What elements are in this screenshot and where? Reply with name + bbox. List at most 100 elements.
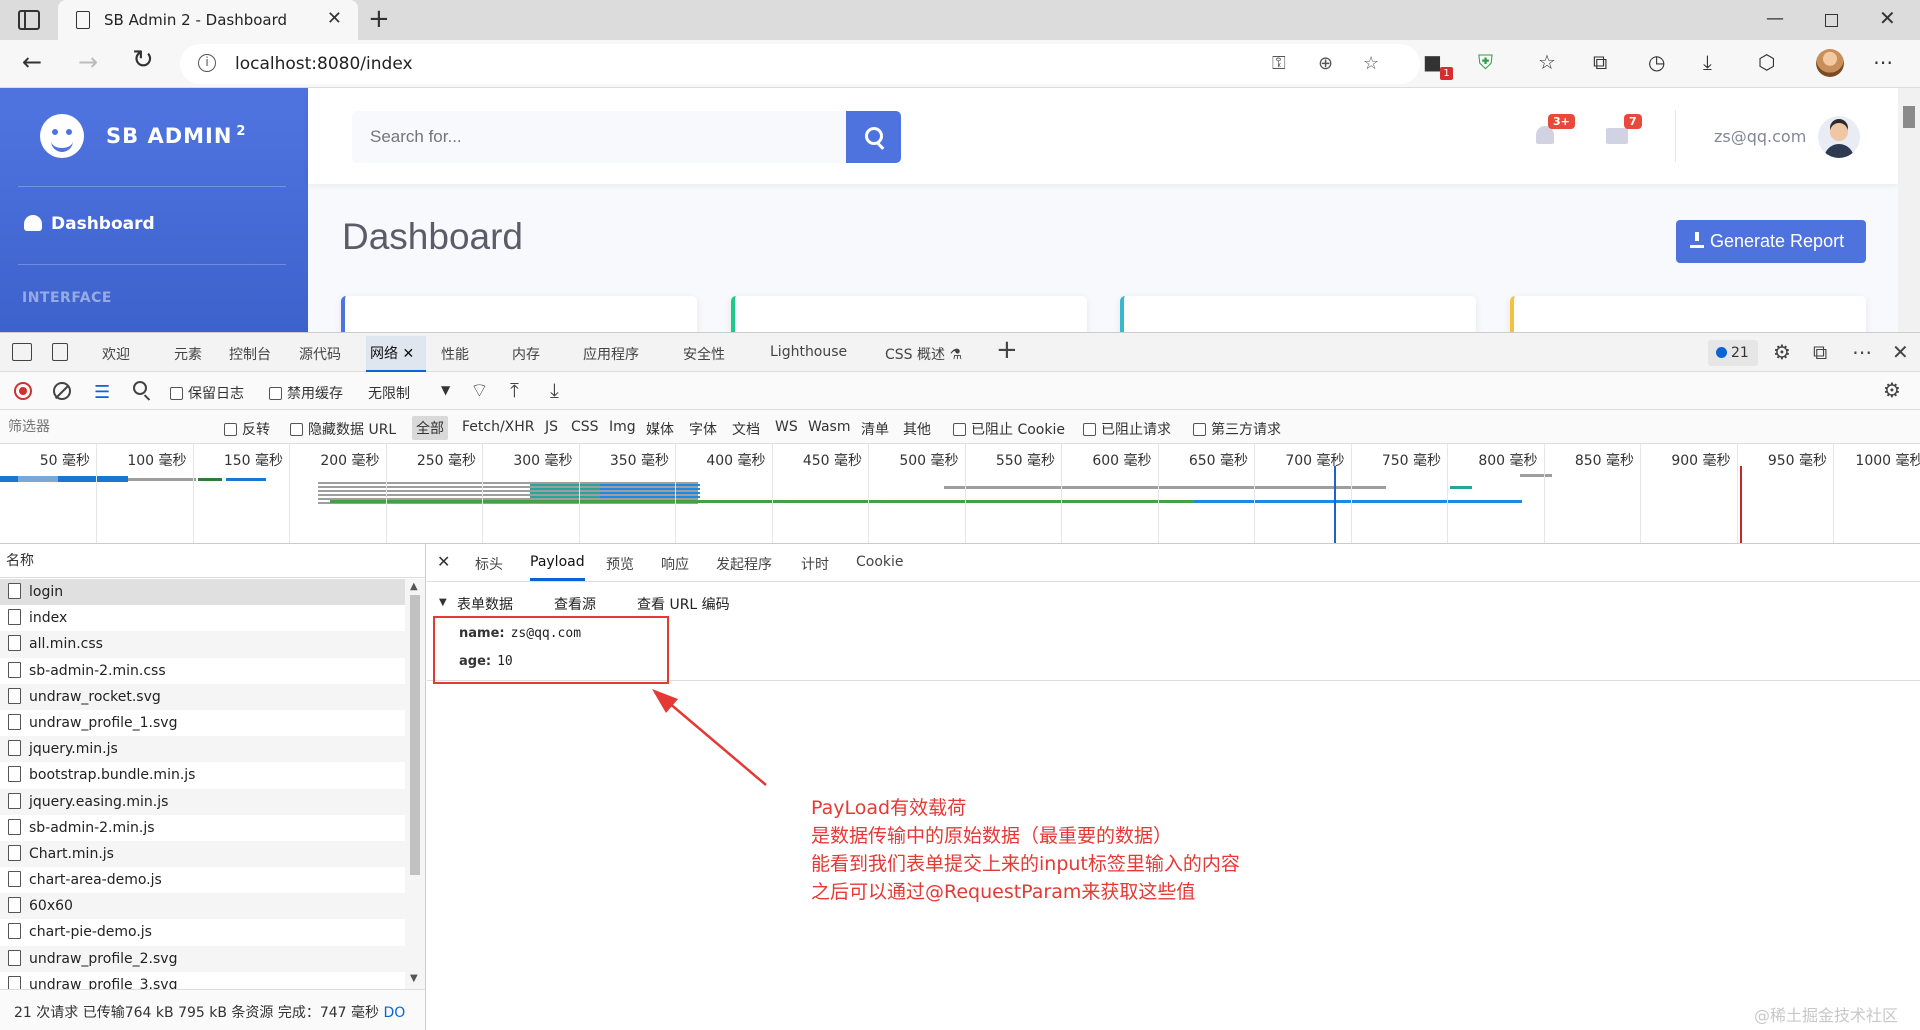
blocked-requests-checkbox[interactable]: 已阻止请求 — [1083, 419, 1171, 439]
record-button[interactable] — [14, 382, 32, 400]
filter-type-fetch[interactable]: Fetch/XHR — [462, 419, 535, 435]
tab-network[interactable]: 网络 ✕ — [366, 336, 426, 372]
invert-checkbox[interactable]: 反转 — [224, 419, 270, 439]
request-row[interactable]: all.min.css — [0, 631, 405, 658]
filter-type-other[interactable]: 其他 — [903, 419, 931, 439]
checkbox-icon[interactable] — [1193, 423, 1206, 436]
network-settings-icon[interactable]: ⚙ — [1883, 378, 1901, 402]
page-scrollbar[interactable] — [1898, 88, 1920, 332]
checkbox-icon[interactable] — [290, 423, 303, 436]
scroll-up-icon[interactable]: ▲ — [410, 581, 418, 592]
filter-type-font[interactable]: 字体 — [689, 419, 717, 439]
caret-down-icon[interactable]: ▼ — [441, 383, 450, 397]
tab-lighthouse[interactable]: Lighthouse — [770, 344, 847, 360]
filter-type-all[interactable]: 全部 — [412, 416, 448, 440]
close-detail-icon[interactable]: ✕ — [437, 552, 450, 571]
window-close-icon[interactable]: ✕ — [1879, 6, 1896, 30]
filter-type-img[interactable]: Img — [609, 419, 636, 435]
downloads-icon[interactable]: ⤓ — [1703, 50, 1712, 74]
request-row[interactable]: index — [0, 605, 405, 631]
generate-report-button[interactable]: Generate Report — [1676, 220, 1866, 263]
avatar[interactable] — [1818, 116, 1860, 158]
tab-application[interactable]: 应用程序 — [583, 344, 639, 364]
view-source-link[interactable]: 查看源 — [554, 594, 596, 614]
tab-response[interactable]: 响应 — [661, 554, 689, 574]
network-conditions-icon[interactable]: ⌔ — [470, 378, 489, 403]
request-row[interactable]: undraw_rocket.svg — [0, 683, 405, 710]
import-har-icon[interactable]: ⤒ — [510, 378, 519, 402]
more-icon[interactable]: ⋯ — [1873, 50, 1893, 74]
tab-preview[interactable]: 预览 — [606, 554, 634, 574]
third-party-checkbox[interactable]: 第三方请求 — [1193, 419, 1281, 439]
network-timeline[interactable]: 50 毫秒 100 毫秒 150 毫秒 200 毫秒 250 毫秒 300 毫秒 350 毫… — [0, 444, 1920, 544]
device-toolbar-icon[interactable] — [52, 343, 68, 361]
tab-initiator[interactable]: 发起程序 — [716, 554, 772, 574]
tab-close-icon[interactable]: ✕ — [402, 346, 414, 362]
filter-type-doc[interactable]: 文档 — [732, 419, 760, 439]
brand-logo-icon[interactable] — [40, 114, 84, 158]
scrollbar-thumb[interactable] — [1903, 106, 1915, 128]
more-tabs-icon[interactable]: + — [996, 335, 1018, 365]
envelope-icon[interactable] — [1606, 128, 1628, 144]
hide-data-url-checkbox[interactable]: 隐藏数据 URL — [290, 419, 396, 439]
tab-payload[interactable]: Payload — [530, 554, 585, 581]
maximize-icon[interactable] — [1825, 14, 1838, 27]
issues-counter[interactable]: 21 — [1708, 340, 1758, 366]
performance-icon[interactable]: ⬡ — [1758, 50, 1775, 74]
url-field[interactable]: i localhost:8080/index ⚿ ⊕ ☆ — [180, 44, 1420, 84]
checkbox-icon[interactable] — [1083, 423, 1096, 436]
preserve-log-checkbox[interactable]: 保留日志 — [170, 383, 244, 403]
tab-elements[interactable]: 元素 — [174, 344, 202, 364]
export-har-icon[interactable]: ⤓ — [550, 378, 559, 402]
collections-icon[interactable]: ⧉ — [1593, 50, 1607, 74]
tab-actions-icon[interactable] — [18, 10, 40, 30]
tab-memory[interactable]: 内存 — [512, 344, 540, 364]
search-icon[interactable] — [133, 381, 147, 395]
request-row[interactable]: jquery.min.js — [0, 736, 405, 763]
new-tab-icon[interactable]: + — [368, 4, 390, 34]
key-icon[interactable]: ⚿ — [1272, 53, 1286, 74]
search-input[interactable] — [352, 111, 846, 163]
tab-security[interactable]: 安全性 — [683, 344, 725, 364]
request-row[interactable]: chart-pie-demo.js — [0, 919, 405, 945]
filter-input[interactable] — [0, 413, 210, 441]
filter-type-wasm[interactable]: Wasm — [808, 419, 850, 435]
more-options-icon[interactable]: ⋯ — [1852, 340, 1872, 364]
favorites-icon[interactable]: ☆ — [1538, 50, 1556, 74]
filter-type-css[interactable]: CSS — [571, 419, 599, 435]
sidebar-item-dashboard[interactable]: Dashboard — [24, 214, 155, 234]
browser-tab[interactable]: SB Admin 2 - Dashboard ✕ — [58, 0, 358, 40]
forward-icon[interactable]: → — [78, 48, 98, 76]
request-row[interactable]: Chart.min.js — [0, 840, 405, 868]
dock-icon[interactable]: ⧉ — [1813, 340, 1827, 364]
tab-cookies[interactable]: Cookie — [856, 554, 904, 570]
add-favorite-icon[interactable]: ☆ — [1363, 53, 1379, 74]
scrollbar-thumb[interactable] — [410, 595, 420, 875]
disable-cache-checkbox[interactable]: 禁用缓存 — [269, 383, 343, 403]
user-name[interactable]: zs@qq.com — [1714, 127, 1806, 146]
zoom-icon[interactable]: ⊕ — [1318, 53, 1333, 74]
request-row[interactable]: login — [0, 579, 405, 606]
shield-icon[interactable]: ⛨ — [1478, 50, 1493, 74]
history-icon[interactable]: ◷ — [1648, 50, 1665, 74]
name-column-header[interactable]: 名称 — [0, 544, 425, 578]
collapse-caret-icon[interactable]: ▼ — [439, 597, 447, 608]
brand-name[interactable]: SB ADMIN 2 — [106, 124, 246, 148]
request-row[interactable]: undraw_profile_2.svg — [0, 945, 405, 972]
request-row[interactable]: chart-area-demo.js — [0, 867, 405, 893]
tab-close-icon[interactable]: ✕ — [327, 8, 342, 29]
scroll-down-icon[interactable]: ▼ — [410, 973, 418, 984]
tab-performance[interactable]: 性能 — [441, 344, 469, 364]
checkbox-icon[interactable] — [170, 387, 183, 400]
view-url-encoded-link[interactable]: 查看 URL 编码 — [637, 594, 730, 614]
tab-css-overview[interactable]: CSS 概述 ⚗ — [885, 344, 962, 364]
url-text[interactable]: localhost:8080/index — [235, 54, 413, 74]
profile-avatar[interactable] — [1816, 49, 1844, 77]
inspect-element-icon[interactable] — [12, 343, 32, 361]
form-data-heading[interactable]: 表单数据 — [457, 594, 513, 614]
search-button[interactable] — [846, 111, 901, 163]
site-info-icon[interactable]: i — [198, 54, 216, 72]
tab-console[interactable]: 控制台 — [229, 344, 271, 364]
minimize-icon[interactable]: — — [1766, 8, 1784, 29]
request-row[interactable]: bootstrap.bundle.min.js — [0, 762, 405, 788]
